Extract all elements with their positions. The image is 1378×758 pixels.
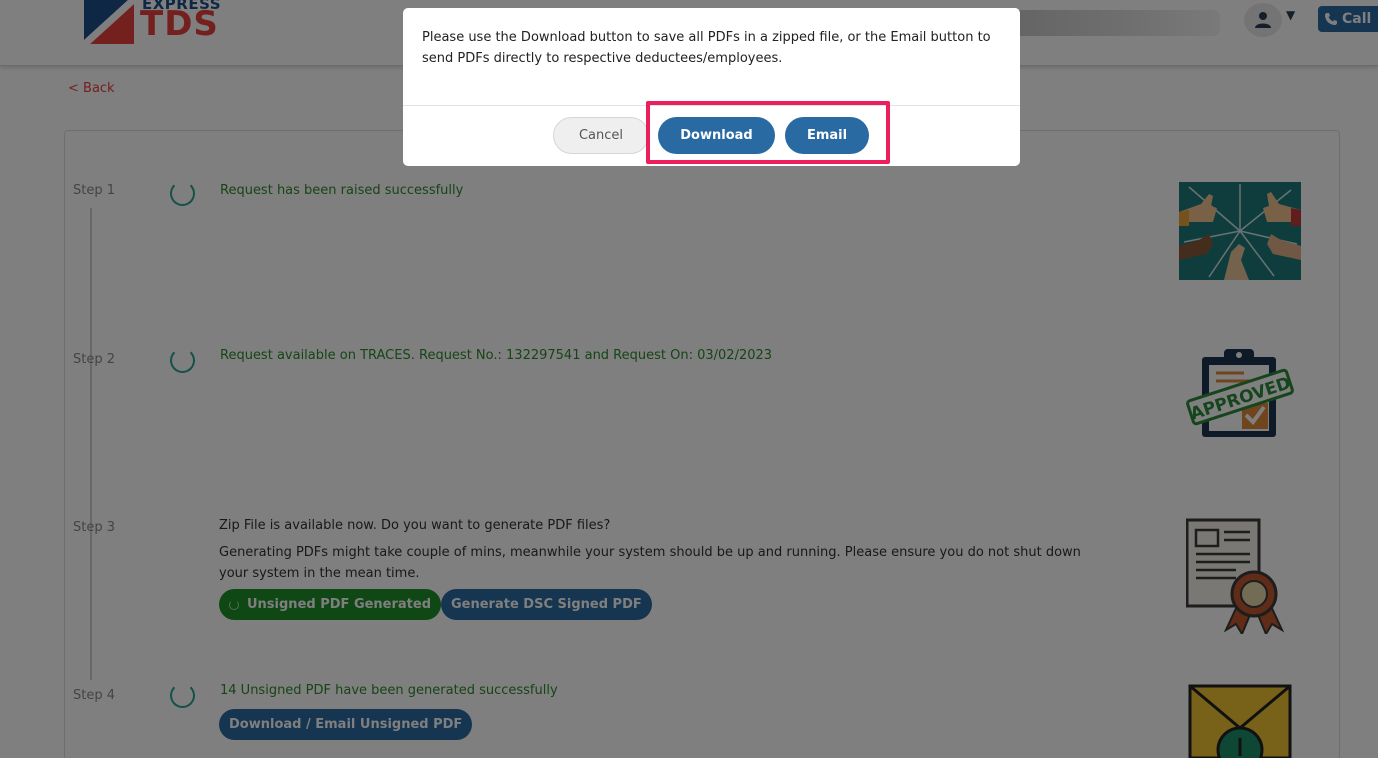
cancel-label: Cancel (578, 128, 624, 143)
modal-divider (403, 105, 1020, 106)
export-options-modal: Please use the Download button to save a… (403, 8, 1020, 166)
email-button[interactable]: Email (785, 117, 869, 154)
modal-message: Please use the Download button to save a… (422, 30, 991, 66)
download-button[interactable]: Download (658, 117, 775, 154)
email-label: Email (806, 128, 848, 143)
cancel-button[interactable]: Cancel (553, 117, 649, 154)
download-label: Download (680, 128, 753, 143)
